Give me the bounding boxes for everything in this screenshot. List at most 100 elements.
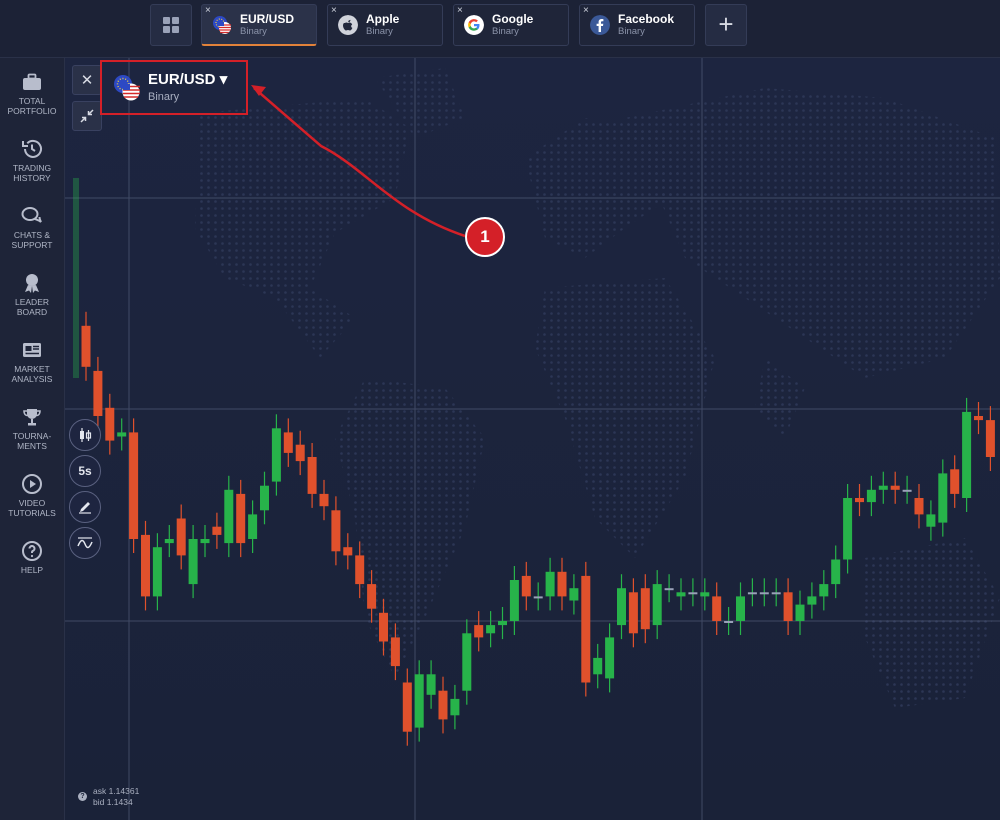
price-chart[interactable] [65,58,1000,820]
candle [379,612,388,642]
candle [628,592,638,634]
close-tab-icon[interactable]: × [583,5,589,16]
close-chart-button[interactable]: ✕ [72,65,102,95]
tab-apple[interactable]: × Apple Binary [327,4,443,46]
chart-asset-selector[interactable]: EUR/USD ▾ Binary [100,60,248,115]
candle [795,604,805,621]
candle [902,489,912,492]
candle [676,592,686,597]
candle [843,498,853,560]
sidebar-item-label: HELP [20,565,44,575]
candle [462,633,472,691]
candle [831,559,841,585]
candlestick-chart[interactable] [65,58,1000,820]
sidebar-item-total-portfolio[interactable]: TOTAL PORTFOLIO [0,64,64,124]
candle [176,518,186,556]
chart-type-button[interactable] [69,419,101,451]
candle [747,592,757,595]
left-sidebar: TOTAL PORTFOLIO TRADING HISTORY CHATS & … [0,58,65,820]
tab-name: EUR/USD [240,12,295,26]
tab-name: Facebook [618,12,675,26]
candle [855,498,864,503]
tab-type: Binary [618,26,645,37]
candle [890,485,900,490]
sidebar-item-leader-board[interactable]: LEADER BOARD [0,265,64,325]
candle [402,682,412,732]
google-icon [464,15,484,35]
tab-eur-usd[interactable]: × EUR/USD Binary [201,4,317,46]
close-tab-icon[interactable]: × [205,5,211,16]
grid-icon [163,17,179,33]
close-tab-icon[interactable]: × [331,5,337,16]
timeframe-button[interactable]: 5s [69,455,101,487]
newspaper-icon [23,343,41,357]
sidebar-item-video-tutorials[interactable]: VIDEO TUTORIALS [0,466,64,526]
sidebar-item-label: TOURNA- MENTS [12,431,52,451]
candle [819,584,829,597]
candle [224,489,234,544]
indicators-button[interactable] [69,527,101,559]
facebook-icon [590,15,610,35]
candle [450,698,460,716]
indicator-wave-icon [77,537,93,549]
sidebar-item-market-analysis[interactable]: MARKET ANALYSIS [0,332,64,392]
briefcase-icon [23,73,41,90]
tab-facebook[interactable]: × Facebook Binary [579,4,695,46]
help-icon [22,541,42,561]
ask-price: ask 1.14361 [93,786,140,796]
asset-type: Binary [148,91,180,103]
candle [581,575,591,683]
sidebar-item-help[interactable]: HELP [0,533,64,593]
candles-group [81,311,995,746]
arrowhead-icon [251,85,266,96]
pencil-icon [79,502,91,514]
candle [200,539,210,544]
candle [486,625,496,634]
tab-type: Binary [366,26,393,37]
candle [331,510,341,552]
close-icon: ✕ [80,72,94,89]
candle [866,489,876,503]
sidebar-item-trading-history[interactable]: TRADING HISTORY [0,131,64,191]
candle [712,596,722,621]
asset-tab-bar: × EUR/USD Binary × Apple Binary × Google [0,0,1000,58]
sidebar-item-label: TRADING HISTORY [12,163,52,183]
tab-name: Apple [366,12,400,26]
drawing-tools-button[interactable] [69,491,101,523]
apple-icon [338,15,358,35]
candle [985,420,995,457]
candle [926,514,936,527]
candle [307,457,317,494]
candle [974,416,983,421]
eur-usd-flags-icon [114,75,140,101]
candle [759,592,769,595]
close-tab-icon[interactable]: × [457,5,463,16]
candle [569,588,579,601]
layout-grid-button[interactable] [150,4,192,46]
candle [355,555,365,585]
candle [319,493,329,507]
quote-readout: ? ask 1.14361 bid 1.1434 [78,786,139,808]
candle [81,325,91,367]
volume-bar [73,178,79,378]
sidebar-item-tournaments[interactable]: TOURNA- MENTS [0,399,64,459]
candle [129,432,139,539]
candle [164,539,174,544]
tab-google[interactable]: × Google Binary [453,4,569,46]
history-icon [22,139,42,158]
candle [914,498,924,515]
sidebar-item-label: CHATS & SUPPORT [11,230,53,250]
caret-down-icon: ▾ [219,71,228,88]
candle [617,588,626,626]
add-asset-button[interactable]: + [705,4,747,46]
candle [962,411,972,498]
award-icon [25,274,39,293]
candle [652,584,662,626]
candle [474,625,484,638]
candle [533,596,543,599]
collapse-chart-button[interactable] [72,101,102,131]
candle [105,407,115,441]
chat-icon [21,207,42,223]
sidebar-item-chats-support[interactable]: CHATS & SUPPORT [0,198,64,258]
candle [93,370,103,416]
